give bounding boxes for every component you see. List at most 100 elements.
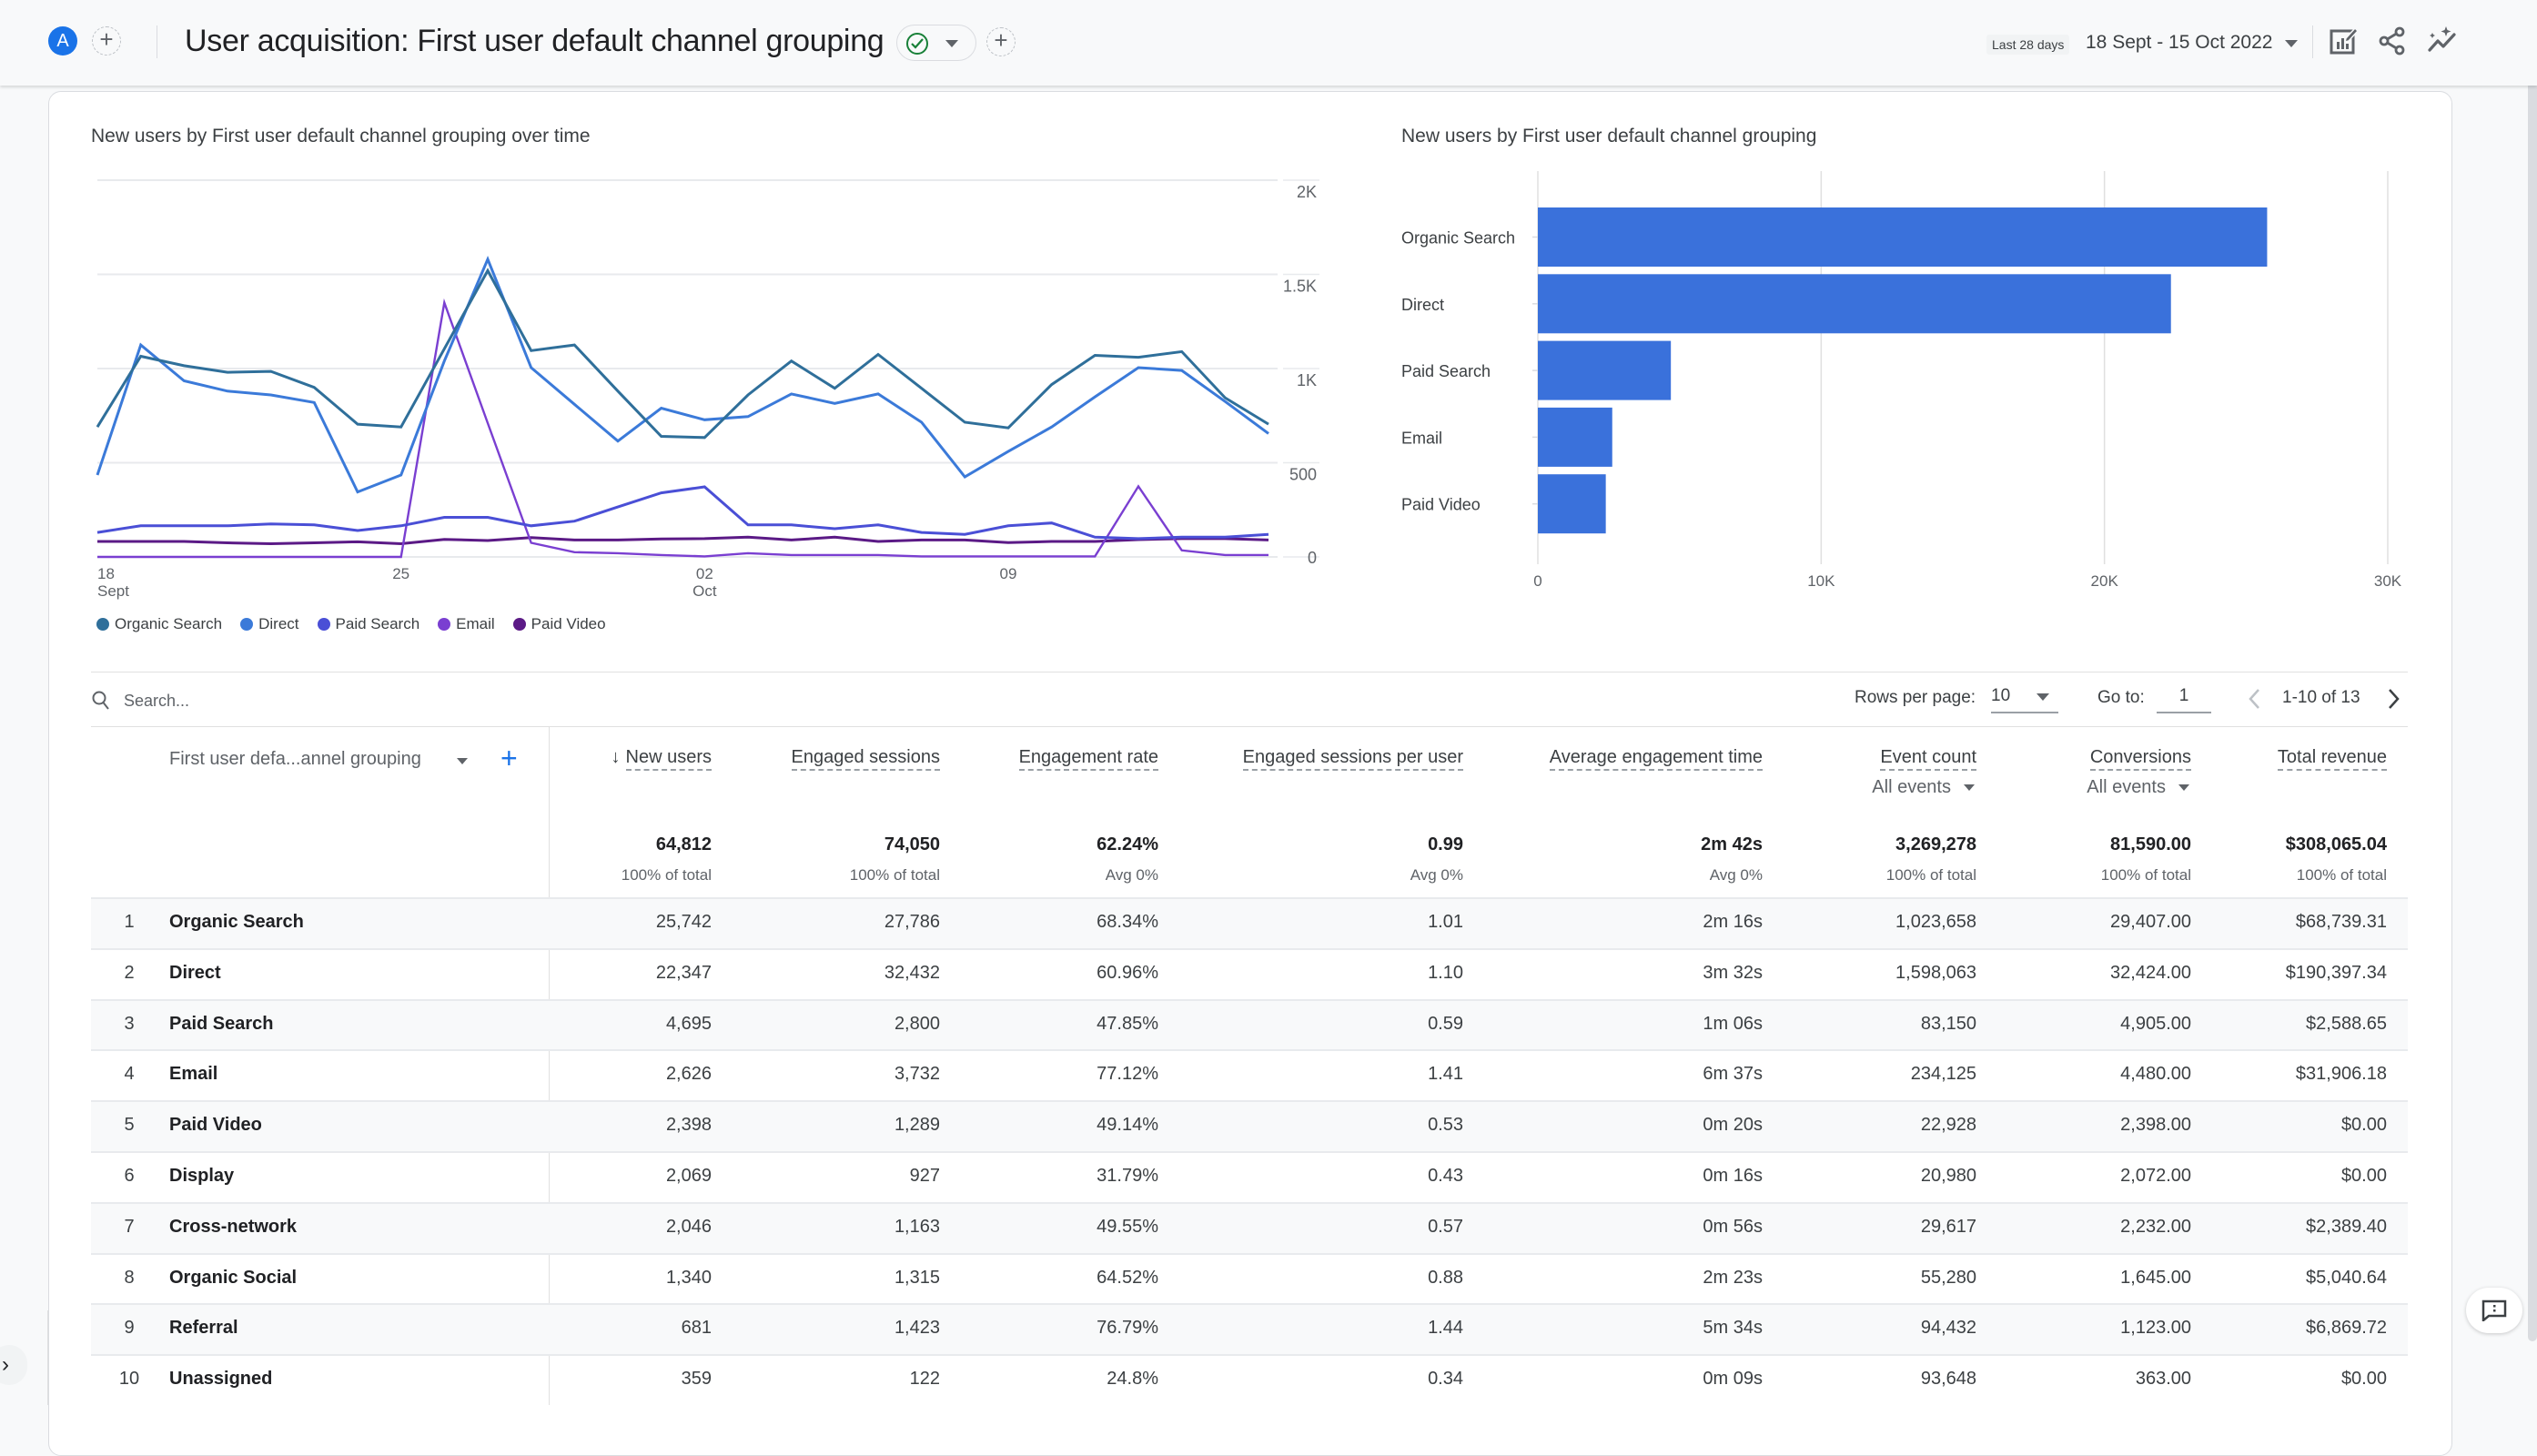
series-line-email[interactable] [97, 298, 1268, 559]
add-comparison-button[interactable]: + [92, 26, 121, 56]
table-row[interactable]: 3 Paid Search 4,695 2,800 47.85% 0.59 1m 06s 83… [91, 998, 2408, 1050]
comparison-avatar[interactable]: A [48, 26, 77, 56]
row-dimension-value[interactable]: Unassigned [169, 1369, 272, 1390]
page-scrollbar[interactable] [2528, 67, 2537, 1341]
bar-paid-search[interactable] [1538, 340, 1672, 400]
report-status-dropdown[interactable] [896, 25, 976, 61]
row-cell-average-engagement-time: 3m 32s [1703, 962, 1763, 983]
row-number: 3 [124, 1013, 135, 1034]
rows-per-page-select[interactable]: 10 [1991, 681, 2058, 713]
sort-descending-icon[interactable]: ↓ [612, 747, 621, 767]
row-cell-total-revenue: $6,869.72 [2306, 1318, 2387, 1339]
row-dimension-value[interactable]: Direct [169, 963, 221, 984]
column-header-engaged-sessions-per-user[interactable]: Engaged sessions per user [1242, 747, 1463, 771]
column-header-conversions[interactable]: Conversions [2089, 747, 2191, 771]
row-dimension-value[interactable]: Organic Search [169, 912, 304, 933]
row-dimension-value[interactable]: Display [169, 1166, 234, 1187]
legend-item-direct[interactable]: Direct [240, 615, 299, 633]
table-search-input[interactable] [124, 686, 670, 715]
row-cell-conversions: 29,407.00 [2110, 912, 2191, 932]
chevron-down-icon[interactable] [457, 758, 468, 764]
table-row[interactable]: 1 Organic Search 25,742 27,786 68.34% 1.01 2m … [91, 897, 2408, 948]
column-header-average-engagement-time[interactable]: Average engagement time [1549, 747, 1763, 771]
row-dimension-value[interactable]: Organic Social [169, 1268, 297, 1289]
date-dropdown-icon[interactable] [2285, 40, 2298, 47]
table-row[interactable]: 7 Cross-network 2,046 1,163 49.55% 0.57 0m 56s… [91, 1201, 2408, 1253]
row-cell-new-users: 2,626 [665, 1064, 712, 1085]
x-tick-label: 20K [2091, 572, 2119, 590]
legend-item-organic-search[interactable]: Organic Search [96, 615, 222, 633]
row-dimension-value[interactable]: Cross-network [169, 1217, 297, 1238]
row-cell-new-users: 681 [681, 1318, 712, 1339]
bar-paid-video[interactable] [1538, 474, 1606, 534]
add-filter-button[interactable]: + [986, 27, 1016, 56]
row-cell-conversions: 1,645.00 [2120, 1267, 2191, 1288]
table-row[interactable]: 10 Unassigned 359 122 24.8% 0.34 0m 09s 93,648 3… [91, 1354, 2408, 1405]
legend-item-paid-search[interactable]: Paid Search [317, 615, 419, 633]
previous-page-button[interactable] [2244, 684, 2266, 713]
goto-page-input[interactable] [2157, 681, 2211, 713]
row-cell-total-revenue: $0.00 [2340, 1369, 2387, 1390]
series-line-organic-search[interactable] [96, 268, 1269, 440]
chevron-right-icon: › [2, 1352, 9, 1377]
add-dimension-button[interactable]: + [500, 742, 518, 774]
legend-dot-icon [512, 618, 526, 631]
expand-nav-button[interactable]: › [0, 1345, 27, 1385]
row-cell-engaged-sessions: 927 [909, 1165, 940, 1186]
date-preset-chip[interactable]: Last 28 days [1986, 35, 2070, 55]
category-label: Paid Video [1401, 496, 1481, 514]
column-header-new-users[interactable]: ↓ New users [612, 747, 712, 771]
table-row[interactable]: 6 Display 2,069 927 31.79% 0.43 0m 16s 20,980 2,… [91, 1150, 2408, 1202]
column-header-label: Conversions [2089, 747, 2191, 771]
legend-label: Direct [258, 615, 299, 632]
column-header-label: Engagement rate [1018, 747, 1158, 771]
event-filter-dropdown[interactable]: All events [1872, 777, 1975, 798]
customize-report-icon[interactable] [2328, 25, 2360, 56]
row-cell-average-engagement-time: 0m 20s [1703, 1115, 1763, 1136]
row-dimension-value[interactable]: Referral [169, 1318, 238, 1339]
legend-item-email[interactable]: Email [438, 615, 495, 633]
legend-label: Paid Video [531, 615, 606, 632]
next-page-button[interactable] [2382, 684, 2404, 713]
series-line-paid-video[interactable] [97, 535, 1269, 546]
insights-icon[interactable] [2427, 25, 2458, 56]
legend-dot-icon [317, 618, 330, 631]
table-row[interactable]: 5 Paid Video 2,398 1,289 49.14% 0.53 0m 20s 22,… [91, 1100, 2408, 1151]
bar-direct[interactable] [1538, 274, 2171, 334]
bar-organic-search[interactable] [1538, 207, 2268, 267]
date-range-picker[interactable]: 18 Sept - 15 Oct 2022 [2086, 32, 2272, 54]
row-cell-new-users: 359 [681, 1369, 712, 1390]
row-cell-average-engagement-time: 5m 34s [1703, 1318, 1763, 1339]
row-dimension-value[interactable]: Paid Search [169, 1014, 274, 1035]
row-dimension-value[interactable]: Email [169, 1064, 217, 1085]
series-line-paid-search[interactable] [96, 485, 1269, 541]
column-header-engaged-sessions[interactable]: Engaged sessions [791, 747, 940, 771]
y-tick-label: 0 [1308, 549, 1317, 567]
row-cell-total-revenue: $2,588.65 [2306, 1013, 2387, 1034]
row-cell-engaged-sessions: 2,800 [894, 1013, 940, 1034]
table-row[interactable]: 8 Organic Social 1,340 1,315 64.52% 0.88 2m 23… [91, 1252, 2408, 1304]
column-header-total-revenue[interactable]: Total revenue [2277, 747, 2387, 771]
row-cell-engaged-sessions-per-user: 0.88 [1428, 1267, 1463, 1288]
column-total: 2m 42s [1701, 834, 1763, 854]
y-tick-label: 1.5K [1283, 278, 1317, 296]
row-cell-engaged-sessions-per-user: 1.01 [1428, 912, 1463, 932]
share-icon[interactable] [2377, 25, 2408, 56]
y-tick-label: 1K [1297, 371, 1317, 389]
legend-item-paid-video[interactable]: Paid Video [512, 615, 606, 633]
series-line-direct[interactable] [96, 255, 1269, 494]
column-header-engagement-rate[interactable]: Engagement rate [1018, 747, 1158, 771]
table-row[interactable]: 4 Email 2,626 3,732 77.12% 1.41 6m 37s 234,125 4… [91, 1049, 2408, 1100]
left-rail-divider [47, 1310, 48, 1405]
event-filter-dropdown[interactable]: All events [2087, 777, 2189, 798]
column-total: $308,065.04 [2285, 834, 2387, 854]
row-dimension-value[interactable]: Paid Video [169, 1115, 262, 1136]
table-row[interactable]: 9 Referral 681 1,423 76.79% 1.44 5m 34s 94,432 1… [91, 1303, 2408, 1355]
table-row[interactable]: 2 Direct 22,347 32,432 60.96% 1.10 3m 32s 1,598… [91, 947, 2408, 999]
row-number: 10 [118, 1369, 140, 1390]
dimension-selector[interactable]: First user defa...annel grouping [169, 749, 421, 770]
column-header-event-count[interactable]: Event count [1880, 747, 1976, 771]
bar-email[interactable] [1538, 407, 1612, 467]
column-total-sub: Avg 0% [1709, 866, 1763, 884]
feedback-button[interactable] [2466, 1288, 2522, 1333]
